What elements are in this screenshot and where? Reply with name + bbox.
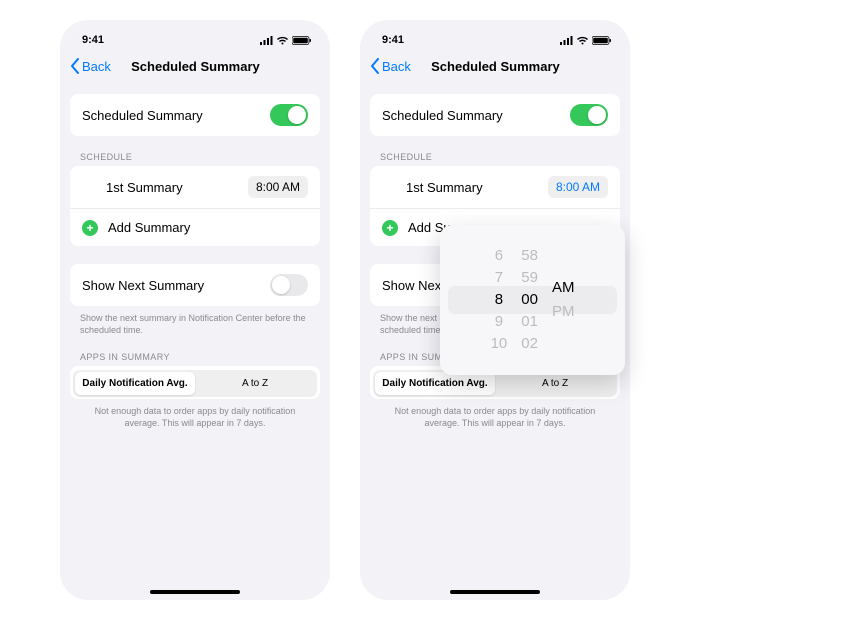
- first-summary-label: 1st Summary: [382, 180, 483, 195]
- show-next-toggle[interactable]: [270, 274, 308, 296]
- picker-hour-opt: 6: [495, 245, 503, 267]
- nav-bar: Back Scheduled Summary: [360, 52, 630, 84]
- schedule-header: SCHEDULE: [370, 136, 620, 166]
- nav-bar: Back Scheduled Summary: [60, 52, 330, 84]
- scheduled-summary-toggle[interactable]: [270, 104, 308, 126]
- add-summary-row[interactable]: + Add Summary: [70, 208, 320, 246]
- status-time: 9:41: [82, 34, 104, 46]
- picker-period-am: AM: [552, 277, 575, 299]
- status-bar: 9:41: [60, 20, 330, 52]
- sort-az[interactable]: A to Z: [495, 372, 615, 395]
- schedule-header: SCHEDULE: [70, 136, 320, 166]
- sort-avg[interactable]: Daily Notification Avg.: [375, 372, 495, 395]
- picker-period-pm: PM: [552, 301, 575, 323]
- picker-period[interactable]: AM PM: [552, 277, 575, 323]
- cellular-icon: [260, 36, 273, 45]
- first-summary-time[interactable]: 8:00 AM: [248, 176, 308, 198]
- apps-footer: Not enough data to order apps by daily n…: [70, 399, 320, 429]
- first-summary-row: 1st Summary 8:00 AM: [370, 166, 620, 208]
- scheduled-summary-toggle-row: Scheduled Summary: [370, 94, 620, 136]
- plus-circle-icon: +: [82, 220, 98, 236]
- home-indicator[interactable]: [150, 590, 240, 594]
- show-next-label: Show Next Summary: [82, 278, 204, 293]
- picker-min-selected: 00: [521, 289, 538, 311]
- wifi-icon: [276, 36, 289, 45]
- cellular-icon: [560, 36, 573, 45]
- picker-hours[interactable]: 6 7 8 9 10: [491, 245, 508, 355]
- picker-min-opt: 58: [521, 245, 538, 267]
- status-time: 9:41: [382, 34, 404, 46]
- picker-min-opt: 02: [521, 333, 538, 355]
- apps-header: APPS IN SUMMARY: [70, 336, 320, 366]
- picker-hour-opt: 9: [495, 311, 503, 333]
- sort-az[interactable]: A to Z: [195, 372, 315, 395]
- home-indicator[interactable]: [450, 590, 540, 594]
- sort-segmented-control: Daily Notification Avg. A to Z: [73, 370, 317, 397]
- page-title: Scheduled Summary: [371, 59, 620, 74]
- status-bar: 9:41: [360, 20, 630, 52]
- picker-min-opt: 59: [521, 267, 538, 289]
- first-summary-time[interactable]: 8:00 AM: [548, 176, 608, 198]
- scheduled-summary-toggle[interactable]: [570, 104, 608, 126]
- wifi-icon: [576, 36, 589, 45]
- picker-hour-opt: 7: [495, 267, 503, 289]
- plus-circle-icon: +: [382, 220, 398, 236]
- scheduled-summary-label: Scheduled Summary: [82, 108, 203, 123]
- status-icons: [260, 36, 312, 45]
- apps-footer: Not enough data to order apps by daily n…: [370, 399, 620, 429]
- status-icons: [560, 36, 612, 45]
- screen-right: 9:41 Back Scheduled Summary Scheduled Su…: [360, 20, 630, 600]
- picker-hour-opt: 10: [491, 333, 508, 355]
- screen-left: 9:41 Back Scheduled Summary Scheduled Su…: [60, 20, 330, 600]
- picker-min-opt: 01: [521, 311, 538, 333]
- show-next-footer: Show the next summary in Notification Ce…: [70, 306, 320, 336]
- battery-icon: [592, 36, 612, 45]
- sort-avg[interactable]: Daily Notification Avg.: [75, 372, 195, 395]
- scheduled-summary-toggle-row: Scheduled Summary: [70, 94, 320, 136]
- first-summary-label: 1st Summary: [82, 180, 183, 195]
- scheduled-summary-label: Scheduled Summary: [382, 108, 503, 123]
- picker-minutes[interactable]: 58 59 00 01 02: [521, 245, 538, 355]
- time-picker-popover[interactable]: 6 7 8 9 10 58 59 00 01 02 AM PM: [440, 225, 625, 375]
- picker-hour-selected: 8: [495, 289, 503, 311]
- battery-icon: [292, 36, 312, 45]
- add-summary-label: Add Summary: [108, 220, 190, 235]
- show-next-row: Show Next Summary: [70, 264, 320, 306]
- page-title: Scheduled Summary: [71, 59, 320, 74]
- first-summary-row: 1st Summary 8:00 AM: [70, 166, 320, 208]
